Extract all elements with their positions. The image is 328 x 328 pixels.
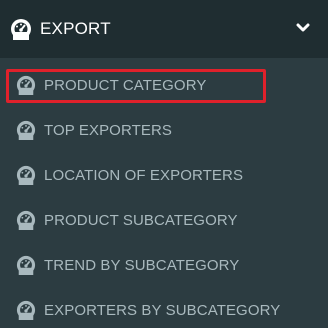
submenu-item-exporters-by-subcategory[interactable]: EXPORTERS BY SUBCATEGORY [0, 290, 328, 328]
menu-header-label: EXPORT [40, 19, 111, 38]
chevron-down-icon[interactable] [296, 21, 310, 35]
submenu-item-label: EXPORTERS BY SUBCATEGORY [44, 301, 281, 319]
dashboard-icon [10, 18, 32, 40]
dashboard-icon [16, 255, 36, 275]
dashboard-icon [16, 165, 36, 185]
submenu-list: PRODUCT CATEGORY TOP EXPORTERS LOCATION … [0, 58, 328, 328]
submenu-item-label: PRODUCT CATEGORY [44, 76, 207, 94]
submenu-item-label: TREND BY SUBCATEGORY [44, 256, 240, 274]
dashboard-icon [16, 120, 36, 140]
menu-header-export[interactable]: EXPORT [0, 0, 328, 58]
submenu-item-product-category[interactable]: PRODUCT CATEGORY [0, 65, 328, 105]
submenu-item-trend-by-subcategory[interactable]: TREND BY SUBCATEGORY [0, 245, 328, 285]
submenu-item-product-subcategory[interactable]: PRODUCT SUBCATEGORY [0, 200, 328, 240]
submenu-item-label: TOP EXPORTERS [44, 121, 173, 139]
dashboard-icon [16, 300, 36, 320]
submenu-item-label: PRODUCT SUBCATEGORY [44, 211, 238, 229]
dashboard-icon [16, 75, 36, 95]
submenu-item-label: LOCATION OF EXPORTERS [44, 166, 244, 184]
sidebar-menu: EXPORT PRODUCT CATEGORY TOP EXPORTERS LO… [0, 0, 328, 328]
submenu-item-top-exporters[interactable]: TOP EXPORTERS [0, 110, 328, 150]
dashboard-icon [16, 210, 36, 230]
submenu-item-location-of-exporters[interactable]: LOCATION OF EXPORTERS [0, 155, 328, 195]
